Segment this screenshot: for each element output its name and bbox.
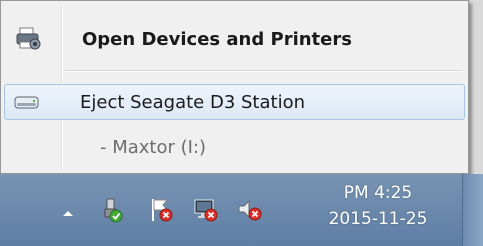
safely-remove-hardware-icon[interactable] bbox=[98, 196, 126, 224]
menu-item-eject-seagate[interactable]: Eject Seagate D3 Station bbox=[4, 84, 465, 120]
show-desktop-button[interactable] bbox=[462, 174, 483, 246]
menu-subitem-maxtor[interactable]: - Maxtor (I:) bbox=[4, 129, 465, 165]
clock-time: PM 4:25 bbox=[343, 183, 413, 203]
volume-muted-icon[interactable] bbox=[236, 196, 264, 224]
action-center-flag-icon[interactable] bbox=[148, 196, 176, 224]
clock-date: 2015-11-25 bbox=[328, 209, 428, 229]
external-drive-icon bbox=[12, 90, 42, 114]
system-clock[interactable]: PM 4:25 2015-11-25 bbox=[318, 180, 438, 232]
menu-separator bbox=[65, 70, 462, 72]
network-disconnected-icon[interactable] bbox=[192, 196, 220, 224]
taskbar-notification-area: PM 4:25 2015-11-25 bbox=[0, 174, 483, 246]
menu-subitem-label: - Maxtor (I:) bbox=[100, 136, 207, 158]
devices-printer-icon bbox=[14, 27, 44, 51]
show-hidden-icons-chevron-icon[interactable] bbox=[61, 203, 75, 216]
menu-item-label: Open Devices and Printers bbox=[82, 28, 352, 50]
menu-item-open-devices-and-printers[interactable]: Open Devices and Printers bbox=[4, 21, 465, 57]
context-menu: Open Devices and Printers Eject Seagate … bbox=[0, 0, 469, 174]
menu-item-label: Eject Seagate D3 Station bbox=[80, 91, 305, 113]
